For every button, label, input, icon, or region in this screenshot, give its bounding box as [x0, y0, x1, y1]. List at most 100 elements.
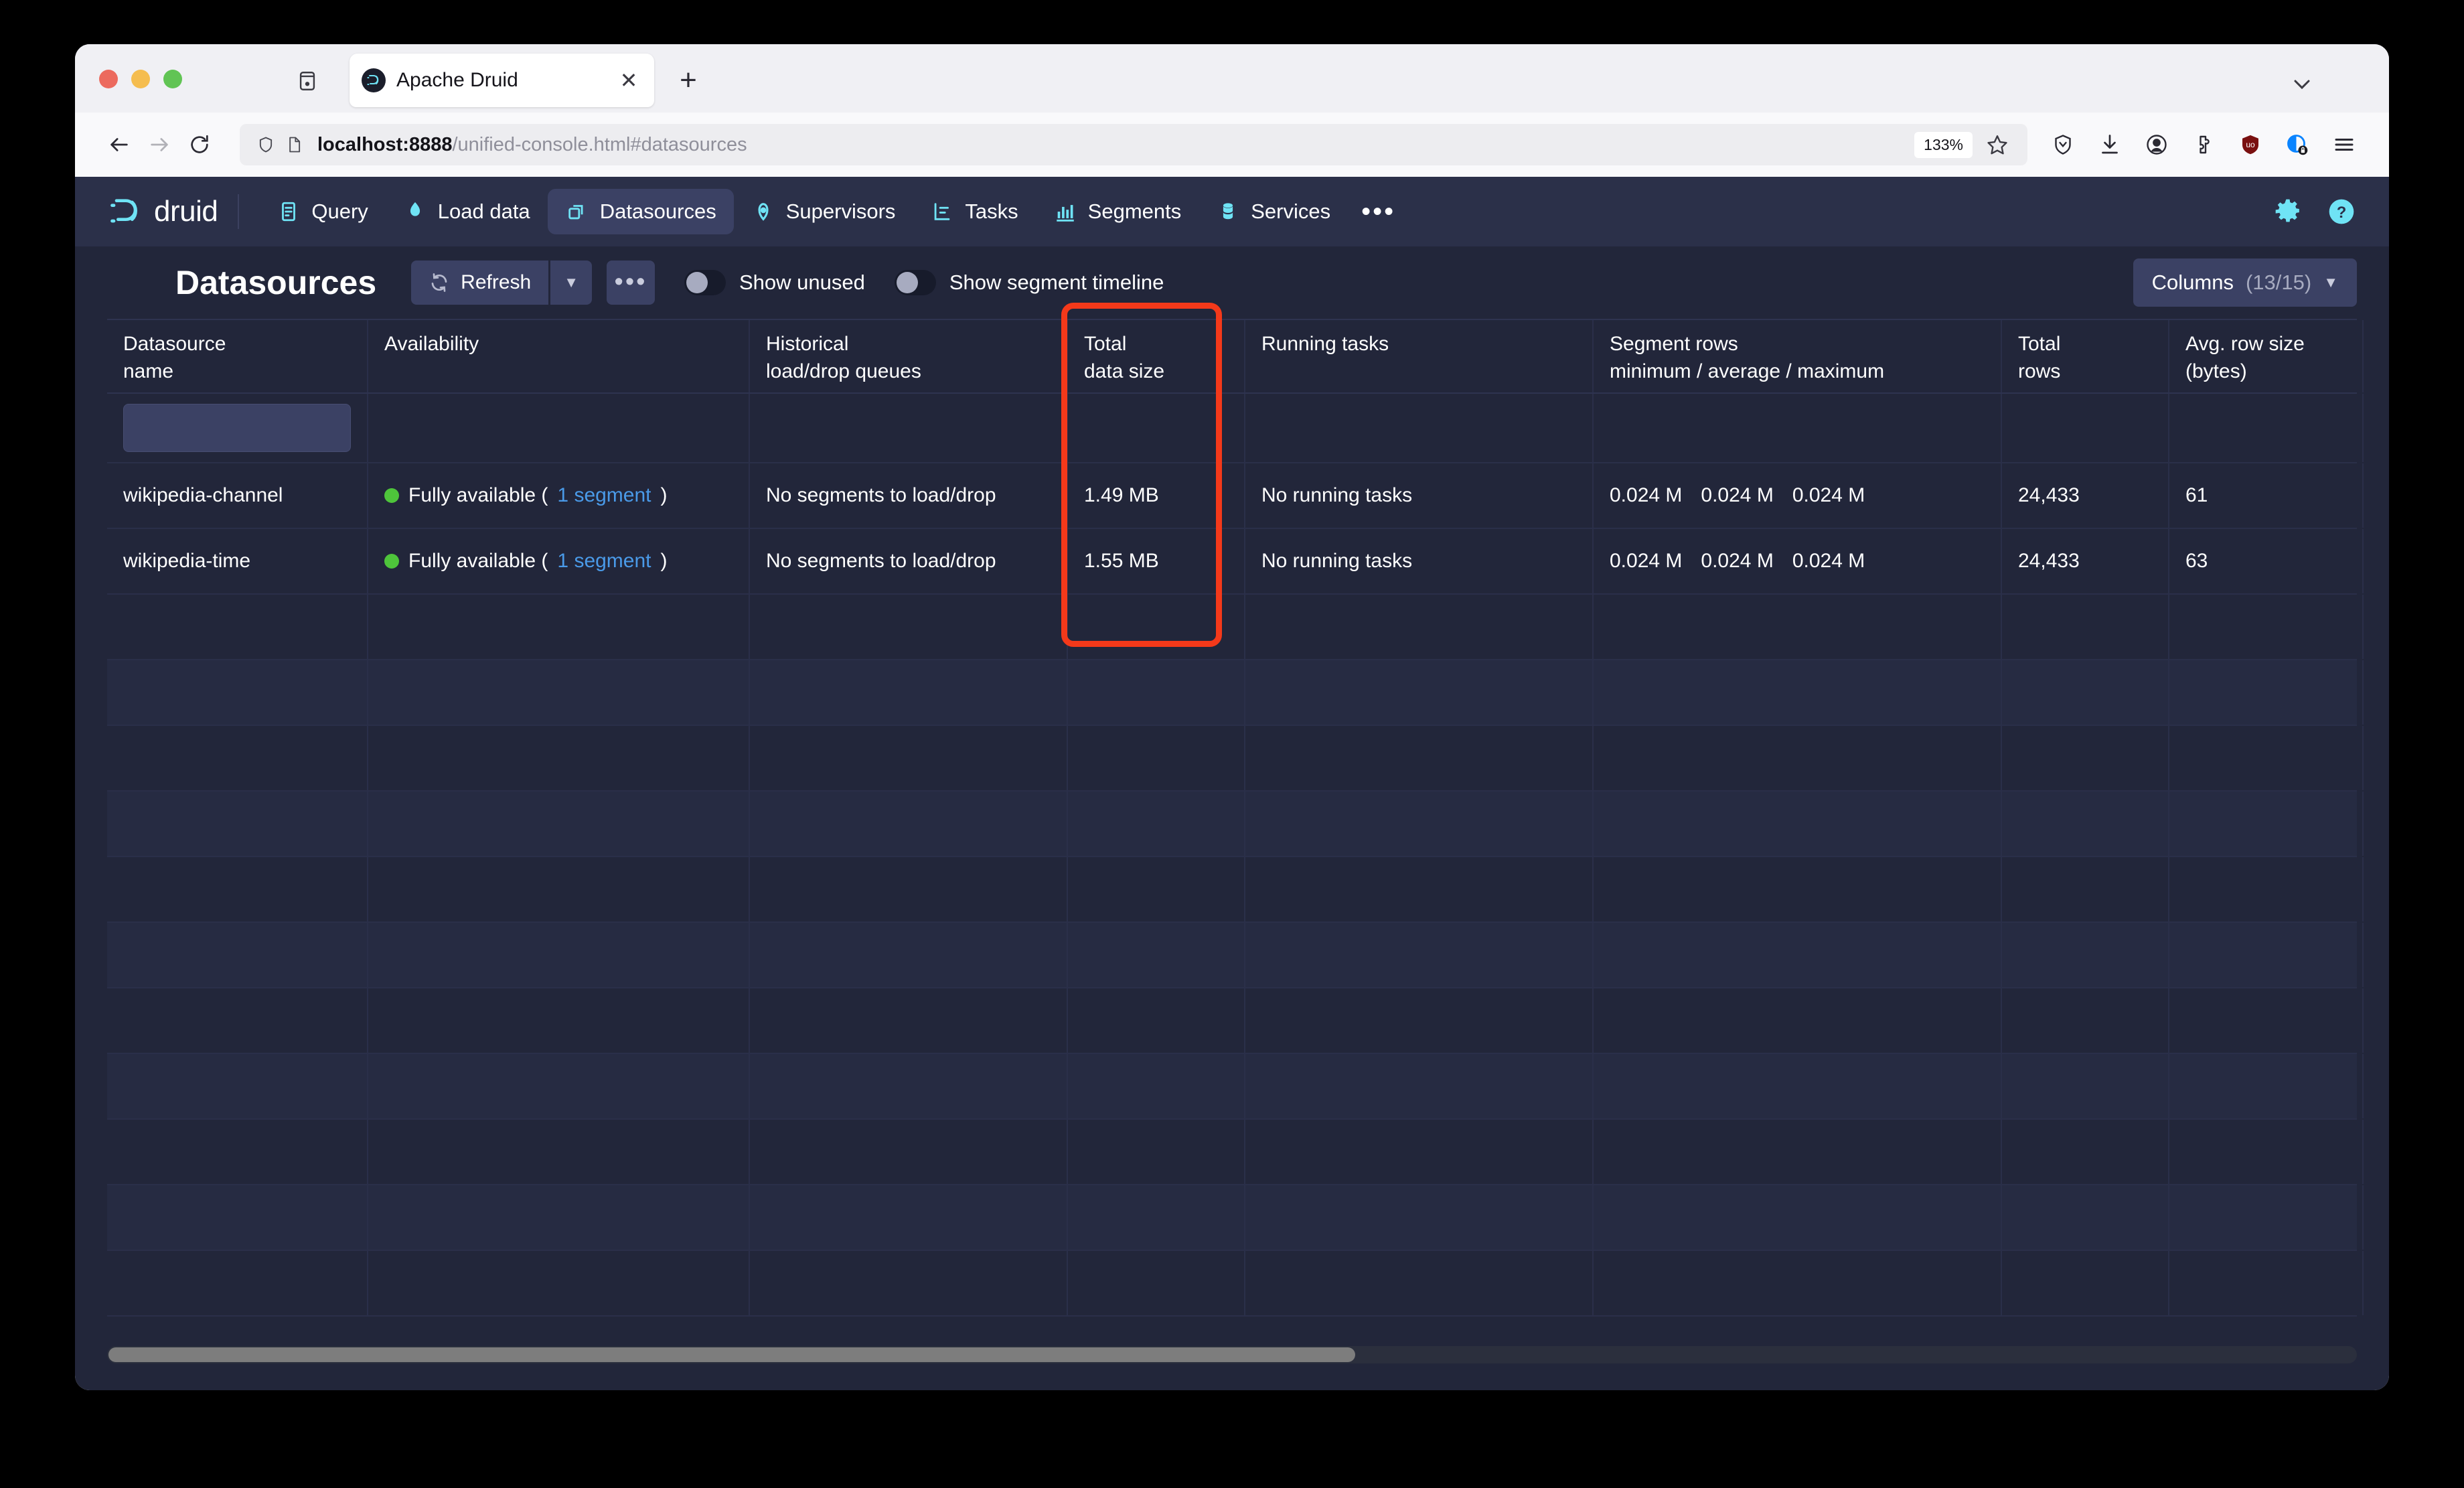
empty-cell — [2002, 726, 2169, 790]
empty-cell — [750, 857, 1068, 921]
empty-cell — [1594, 923, 2002, 987]
druid-logo[interactable]: druid — [107, 193, 218, 230]
horizontal-scrollbar[interactable] — [107, 1346, 2357, 1363]
show-segment-timeline-toggle[interactable] — [894, 270, 936, 295]
nav-item-supervisors[interactable]: Supervisors — [734, 189, 913, 234]
cell-datasource-name[interactable]: wikipedia-time — [107, 529, 368, 593]
empty-cell — [1594, 988, 2002, 1053]
scrollbar-thumb[interactable] — [108, 1347, 1355, 1362]
segment-rows-max: 0.024 M — [1792, 550, 1865, 572]
filter-cell-segment-rows[interactable] — [1594, 394, 2002, 462]
empty-cell — [1594, 857, 2002, 921]
list-all-tabs-icon[interactable] — [2289, 71, 2315, 101]
column-header-segment-rows[interactable]: Segment rows minimum / average / maximum — [1594, 320, 2002, 392]
gear-icon[interactable] — [2273, 196, 2303, 227]
bookmark-star-icon[interactable] — [1982, 129, 2013, 160]
refresh-button-group: Refresh ▼ — [411, 261, 592, 305]
columns-button[interactable]: Columns (13/15) ▼ — [2133, 258, 2357, 307]
refresh-button[interactable]: Refresh — [411, 261, 549, 305]
cell-datasource-name[interactable]: wikipedia-channel — [107, 463, 368, 528]
help-icon[interactable]: ? — [2326, 196, 2357, 227]
minimize-window-button[interactable] — [131, 70, 150, 88]
empty-cell — [2002, 1120, 2169, 1184]
empty-cell — [1245, 857, 1594, 921]
empty-cell — [2169, 1120, 2364, 1184]
empty-cell — [2169, 1054, 2364, 1118]
empty-cell — [107, 988, 368, 1053]
empty-cell — [1068, 792, 1245, 856]
table-empty-row — [107, 1251, 2364, 1317]
filter-cell-running-tasks[interactable] — [1245, 394, 1594, 462]
empty-cell — [107, 726, 368, 790]
filter-cell-datasource-name — [107, 394, 368, 462]
column-header-total-rows[interactable]: Total rows — [2002, 320, 2169, 392]
url-bar[interactable]: localhost:8888/unified-console.html#data… — [240, 124, 2027, 165]
browser-tab[interactable]: Apache Druid ✕ — [350, 54, 654, 107]
column-header-availability[interactable]: Availability — [368, 320, 750, 392]
url-path: /unified-console.html#datasources — [452, 133, 747, 155]
empty-cell — [2002, 1054, 2169, 1118]
tasks-icon — [930, 200, 954, 224]
close-window-button[interactable] — [99, 70, 118, 88]
filter-cell-historical-queues[interactable] — [750, 394, 1068, 462]
empty-cell — [107, 857, 368, 921]
new-tab-button[interactable]: + — [671, 63, 706, 98]
datasource-name-filter-input[interactable] — [123, 404, 351, 452]
column-header-total-data-size[interactable]: Total data size — [1068, 320, 1245, 392]
extensions-icon[interactable] — [2183, 124, 2224, 165]
empty-cell — [1068, 660, 1245, 725]
container-lock-icon[interactable] — [2277, 124, 2318, 165]
cell-availability: Fully available (1 segment) — [368, 463, 750, 528]
zoom-level-badge[interactable]: 133% — [1914, 131, 1973, 158]
empty-cell — [107, 1054, 368, 1118]
show-segment-timeline-label: Show segment timeline — [949, 271, 1164, 294]
refresh-dropdown-button[interactable]: ▼ — [550, 261, 592, 305]
table-row[interactable]: wikipedia-time Fully available (1 segmen… — [107, 529, 2364, 595]
nav-item-load-data[interactable]: Load data — [386, 189, 548, 234]
nav-item-datasources[interactable]: Datasources — [547, 189, 734, 234]
segments-icon — [1053, 200, 1077, 224]
druid-header-nav: druid Query Load data Datasources Superv… — [75, 177, 2389, 246]
table-empty-row — [107, 792, 2364, 857]
filter-cell-total-rows[interactable] — [2002, 394, 2169, 462]
account-icon[interactable] — [2136, 124, 2177, 165]
empty-cell — [750, 1251, 1068, 1315]
filter-cell-avg-row-size[interactable] — [2169, 394, 2364, 462]
segment-link[interactable]: 1 segment — [557, 550, 651, 573]
back-icon[interactable] — [99, 125, 139, 165]
maximize-window-button[interactable] — [163, 70, 182, 88]
empty-cell — [2169, 792, 2364, 856]
browser-window: Apache Druid ✕ + localhost:8888/unified-… — [75, 44, 2389, 1390]
nav-item-segments[interactable]: Segments — [1036, 189, 1199, 234]
column-header-datasource-name[interactable]: Datasource name — [107, 320, 368, 392]
table-header-row: Datasource name Availability Historical lo… — [107, 320, 2364, 394]
nav-more-button[interactable]: ••• — [1348, 198, 1409, 225]
download-icon[interactable] — [2089, 124, 2131, 165]
ublock-origin-icon[interactable]: uo — [2230, 124, 2271, 165]
shield-tracking-icon[interactable] — [254, 133, 277, 156]
column-header-running-tasks[interactable]: Running tasks — [1245, 320, 1594, 392]
filter-cell-availability[interactable] — [368, 394, 750, 462]
column-header-avg-row-size[interactable]: Avg. row size (bytes) — [2169, 320, 2364, 392]
app-menu-icon[interactable] — [2323, 124, 2365, 165]
shield-icon[interactable] — [2042, 124, 2084, 165]
page-info-icon[interactable] — [283, 133, 305, 156]
show-unused-toggle[interactable] — [684, 270, 726, 295]
close-tab-icon[interactable]: ✕ — [615, 67, 642, 94]
empty-cell — [107, 1251, 368, 1315]
table-row[interactable]: wikipedia-channel Fully available (1 seg… — [107, 463, 2364, 529]
empty-cell — [750, 1054, 1068, 1118]
nav-item-services[interactable]: Services — [1199, 189, 1348, 234]
more-actions-button[interactable]: ••• — [606, 261, 655, 305]
reload-icon[interactable] — [179, 125, 220, 165]
nav-item-query[interactable]: Query — [259, 189, 385, 234]
segment-link[interactable]: 1 segment — [557, 484, 651, 507]
nav-item-tasks[interactable]: Tasks — [913, 189, 1035, 234]
column-header-historical-queues[interactable]: Historical load/drop queues — [750, 320, 1068, 392]
forward-icon[interactable] — [139, 125, 179, 165]
cell-total-data-size: 1.49 MB — [1068, 463, 1245, 528]
filter-cell-total-data-size[interactable] — [1068, 394, 1245, 462]
url-host: localhost:8888 — [317, 133, 453, 155]
sidebar-toggle-icon[interactable] — [296, 70, 319, 92]
empty-cell — [750, 660, 1068, 725]
